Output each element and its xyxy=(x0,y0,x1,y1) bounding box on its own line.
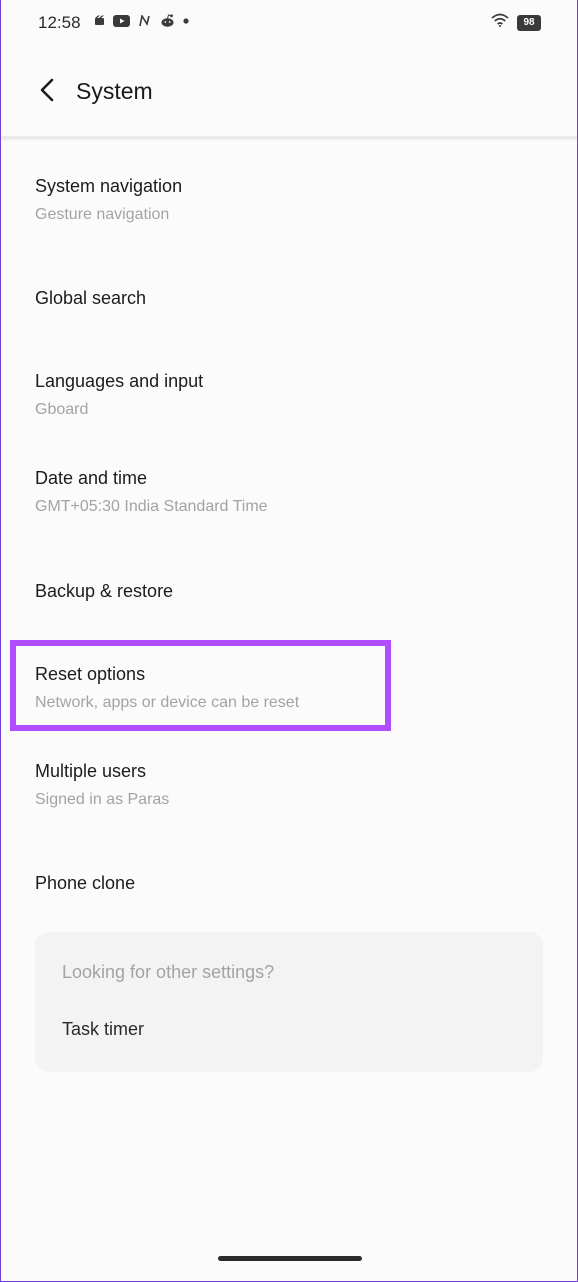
status-time: 12:58 xyxy=(38,13,81,32)
settings-item-languages-and-input[interactable]: Languages and input Gboard xyxy=(1,355,577,435)
item-title: Languages and input xyxy=(35,371,204,391)
settings-item-phone-clone[interactable]: Phone clone xyxy=(1,845,577,921)
notification-icons xyxy=(94,14,189,27)
item-title: Global search xyxy=(35,288,147,308)
item-subtitle: GMT+05:30 India Standard Time xyxy=(35,498,268,515)
item-title: Phone clone xyxy=(35,873,136,893)
status-bar: 12:58 98 xyxy=(1,0,577,48)
settings-item-multiple-users[interactable]: Multiple users Signed in as Paras xyxy=(1,745,577,825)
back-arrow-icon xyxy=(38,78,56,107)
other-settings-heading: Looking for other settings? xyxy=(62,962,275,982)
task-timer-link[interactable]: Task timer xyxy=(62,1019,144,1040)
settings-item-date-and-time[interactable]: Date and time GMT+05:30 India Standard T… xyxy=(1,452,577,532)
item-title: Reset options xyxy=(35,664,146,684)
status-right: 98 xyxy=(491,13,541,32)
reddit-icon xyxy=(160,14,175,27)
item-subtitle: Network, apps or device can be reset xyxy=(35,694,300,711)
settings-item-global-search[interactable]: Global search xyxy=(1,260,577,336)
back-button[interactable] xyxy=(31,76,63,108)
battery-icon: 98 xyxy=(517,14,541,31)
item-subtitle: Gesture navigation xyxy=(35,206,170,223)
app-bar: System xyxy=(1,48,577,137)
app-n-icon xyxy=(138,14,152,27)
page-title: System xyxy=(76,78,153,104)
other-settings-card: Looking for other settings? Task timer xyxy=(35,932,543,1072)
youtube-icon xyxy=(113,14,130,27)
settings-item-system-navigation[interactable]: System navigation Gesture navigation xyxy=(1,160,577,240)
item-subtitle: Signed in as Paras xyxy=(35,791,170,808)
settings-item-backup-restore[interactable]: Backup & restore xyxy=(1,553,577,629)
item-title: Backup & restore xyxy=(35,581,174,601)
item-title: Multiple users xyxy=(35,761,147,781)
screen: 12:58 98 System System navigation Gestur… xyxy=(1,0,577,1281)
home-indicator[interactable] xyxy=(218,1256,362,1261)
wifi-icon xyxy=(491,13,509,32)
settings-item-reset-options[interactable]: Reset options Network, apps or device ca… xyxy=(1,648,577,728)
more-notifications-dot-icon xyxy=(183,17,189,24)
item-title: System navigation xyxy=(35,176,183,196)
item-title: Date and time xyxy=(35,468,148,488)
clapperboard-icon xyxy=(94,15,105,26)
item-subtitle: Gboard xyxy=(35,401,89,418)
